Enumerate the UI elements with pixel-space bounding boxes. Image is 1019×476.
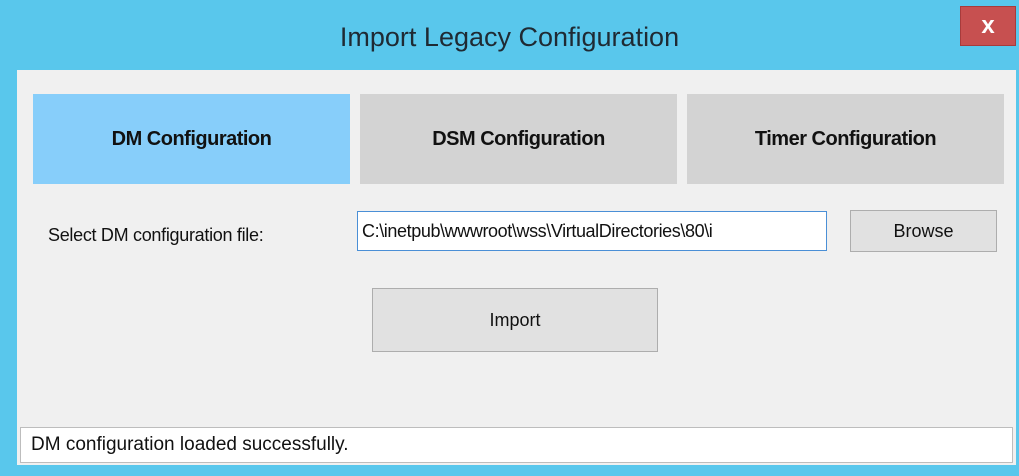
import-button-label: Import (489, 309, 541, 330)
browse-button-label: Browse (893, 220, 954, 241)
tab-dm-configuration[interactable]: DM Configuration (33, 94, 350, 184)
title-bar[interactable]: Import Legacy Configuration x (0, 0, 1019, 70)
status-bar: DM configuration loaded successfully. (20, 427, 1013, 463)
dialog-window: Import Legacy Configuration x DM Configu… (0, 0, 1019, 476)
file-path-label: Select DM configuration file: (48, 225, 264, 245)
window-title: Import Legacy Configuration (339, 22, 680, 52)
tab-label: DSM Configuration (432, 127, 605, 150)
tab-timer-configuration[interactable]: Timer Configuration (687, 94, 1004, 184)
close-icon: x (981, 12, 995, 39)
close-button[interactable]: x (960, 6, 1016, 46)
import-button[interactable]: Import (372, 288, 658, 352)
tab-label: Timer Configuration (754, 127, 937, 150)
tab-label: DM Configuration (111, 127, 272, 150)
file-path-input[interactable] (357, 211, 827, 251)
status-message: DM configuration loaded successfully. (31, 434, 349, 455)
browse-button[interactable]: Browse (850, 210, 997, 252)
tab-dsm-configuration[interactable]: DSM Configuration (360, 94, 677, 184)
dialog-content: DM Configuration DSM Configuration Timer… (17, 70, 1016, 465)
